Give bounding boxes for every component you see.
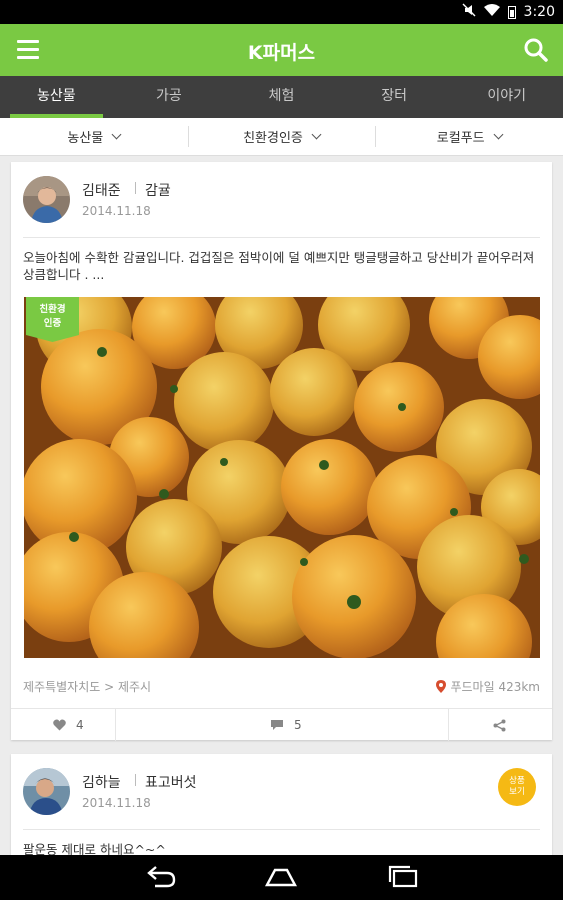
filter-label: 친환경인증	[243, 131, 303, 146]
status-bar: 3:20	[0, 0, 563, 24]
like-button[interactable]: 4	[53, 709, 84, 741]
author-name[interactable]: 김하늘	[82, 772, 121, 792]
app-bar: K파머스	[0, 24, 563, 76]
chevron-down-icon	[493, 129, 504, 140]
divider	[23, 237, 540, 238]
filter-local-food-dropdown[interactable]: 로컬푸드	[375, 118, 563, 155]
avatar[interactable]	[23, 176, 70, 223]
post-actions: 4 5	[11, 708, 552, 741]
recent-apps-icon[interactable]	[385, 863, 421, 891]
post-text[interactable]: 팔운동 제대로 하네요^~^	[23, 841, 540, 855]
divider	[135, 182, 136, 194]
battery-icon	[507, 5, 516, 19]
region-breadcrumb: 제주특별자치도 > 제주시	[23, 680, 152, 694]
tab-stories[interactable]: 이야기	[450, 76, 563, 118]
clock: 3:20	[523, 4, 555, 20]
post-photo[interactable]: 친환경 인증	[24, 297, 540, 658]
tab-processed[interactable]: 가공	[113, 76, 226, 118]
tangerine-pile	[24, 297, 540, 658]
post-date: 2014.11.18	[82, 796, 151, 810]
eco-certified-badge: 친환경 인증	[26, 297, 79, 342]
badge-line: 상품	[509, 776, 525, 786]
chevron-down-icon	[111, 129, 122, 140]
filter-label: 로컬푸드	[436, 131, 485, 146]
comment-count: 5	[294, 718, 302, 732]
back-icon[interactable]	[143, 863, 179, 891]
product-category: 감귤	[145, 183, 171, 199]
category-tabs: 농산물 가공 체험 장터 이야기	[0, 76, 563, 118]
heart-icon	[53, 719, 66, 731]
distance-text: 푸드마일 423km	[450, 680, 540, 694]
filter-category-dropdown[interactable]: 농산물	[0, 118, 188, 155]
badge-line: 친환경	[39, 304, 66, 315]
post-text[interactable]: 오늘아침에 수확한 감귤입니다. 겁겁질은 점박이에 덜 예쁘지만 탱글탱글하고…	[23, 249, 540, 283]
tab-market[interactable]: 장터	[338, 76, 451, 118]
divider	[135, 774, 136, 786]
home-icon[interactable]	[263, 863, 299, 891]
divider	[23, 829, 540, 830]
search-icon[interactable]	[523, 37, 549, 63]
avatar[interactable]	[23, 768, 70, 815]
wifi-icon	[483, 3, 500, 21]
badge-line: 인증	[43, 318, 62, 329]
comment-button[interactable]: 5	[270, 709, 302, 741]
post-date: 2014.11.18	[82, 204, 151, 218]
share-button[interactable]	[493, 709, 506, 741]
post-card[interactable]: 김태준 감귤 2014.11.18 오늘아침에 수확한 감귤입니다. 겁겁질은 …	[11, 162, 552, 741]
view-product-button[interactable]: 상품 보기	[498, 768, 536, 806]
comment-icon	[271, 720, 283, 730]
divider	[115, 709, 116, 741]
location-pin-icon	[436, 680, 447, 693]
divider	[448, 709, 449, 741]
tab-farm-products[interactable]: 농산물	[0, 76, 113, 118]
chevron-down-icon	[311, 129, 322, 140]
post-feed: 김태준 감귤 2014.11.18 오늘아침에 수확한 감귤입니다. 겁겁질은 …	[0, 157, 563, 855]
tab-experience[interactable]: 체험	[225, 76, 338, 118]
like-count: 4	[76, 718, 84, 732]
badge-line: 보기	[509, 787, 525, 797]
product-category: 표고버섯	[145, 775, 197, 791]
app-title: K파머스	[247, 42, 316, 64]
system-nav-bar	[0, 855, 563, 900]
author-name[interactable]: 김태준	[82, 180, 121, 200]
mute-icon	[462, 3, 476, 21]
filter-label: 농산물	[67, 131, 104, 146]
filter-bar: 농산물 친환경인증 로컬푸드	[0, 118, 563, 156]
share-icon	[493, 719, 506, 731]
post-card[interactable]: 김하늘 표고버섯 2014.11.18 상품 보기 팔운동 제대로 하네요^~^	[11, 754, 552, 855]
location-row: 제주특별자치도 > 제주시 푸드마일 423km	[23, 674, 540, 694]
food-mile-distance: 푸드마일 423km	[436, 678, 540, 695]
filter-certification-dropdown[interactable]: 친환경인증	[187, 118, 376, 155]
